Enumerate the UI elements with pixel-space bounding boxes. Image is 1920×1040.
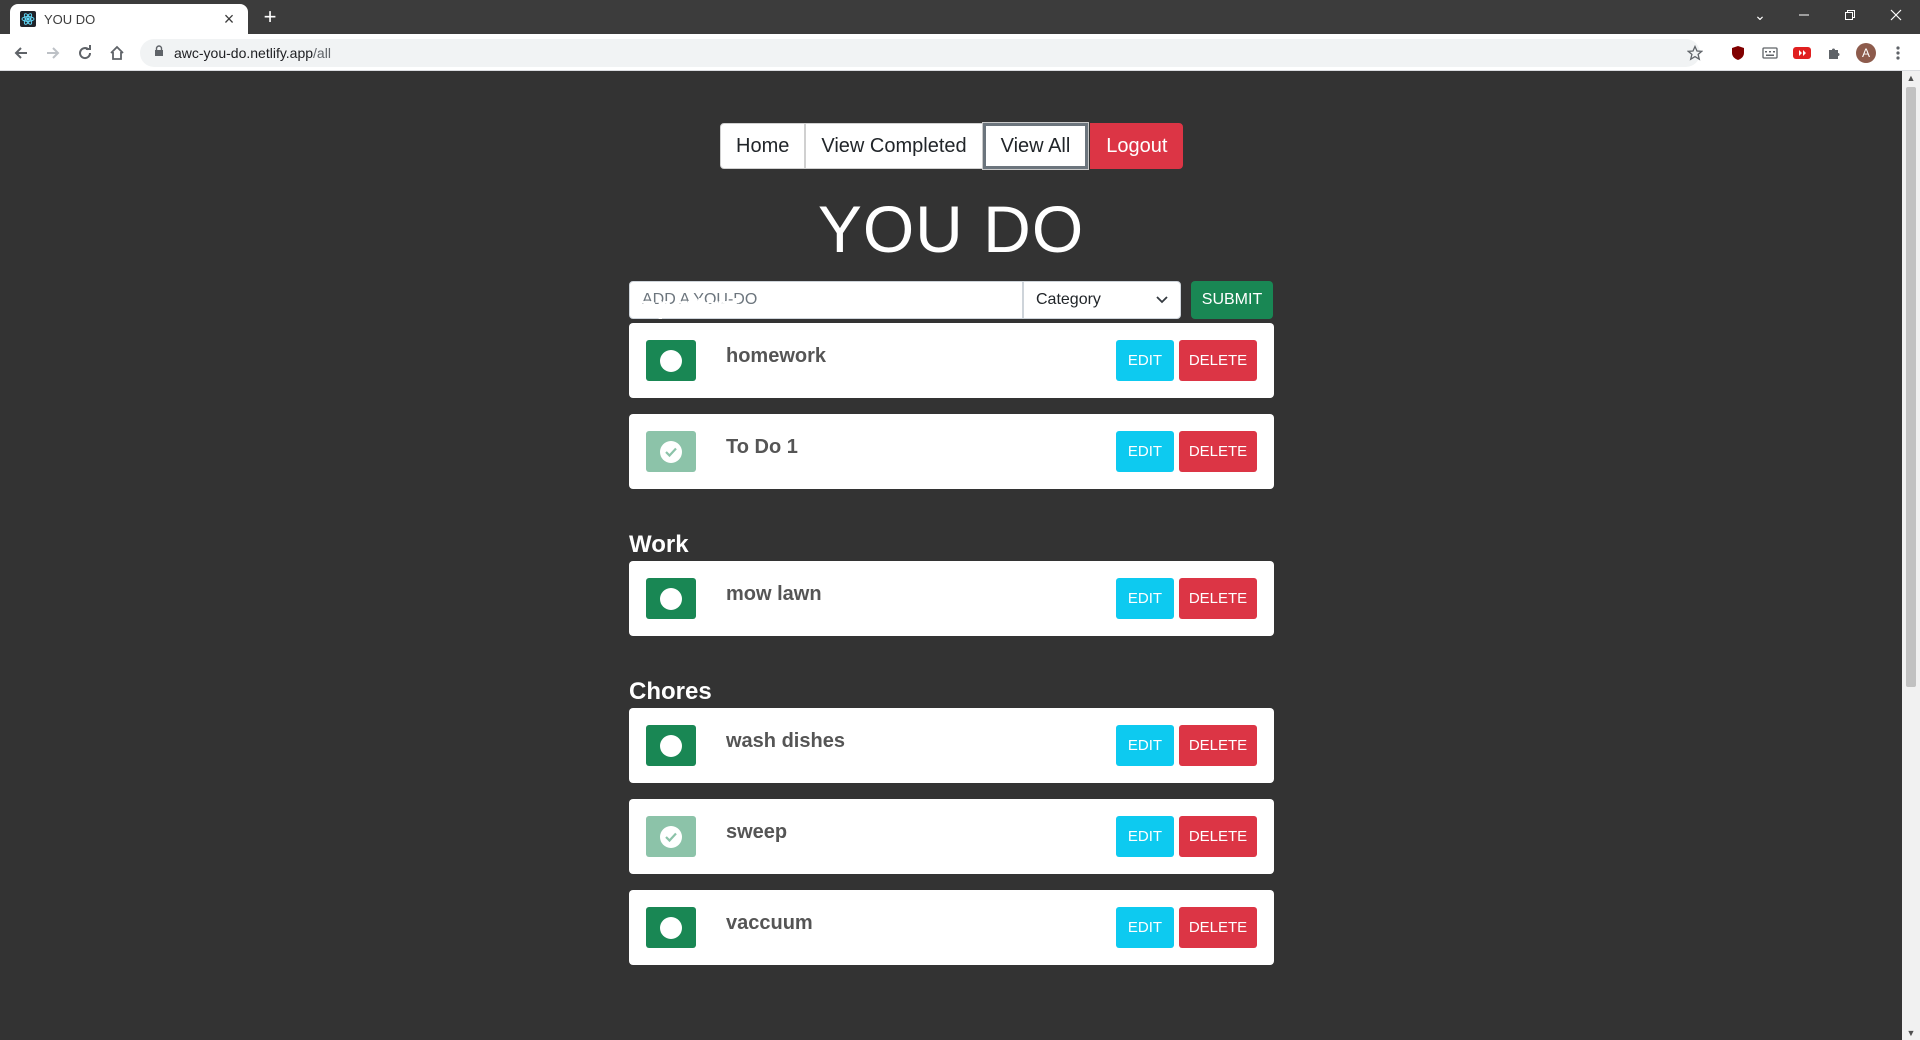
close-tab-icon[interactable]: × bbox=[220, 10, 238, 28]
todo-text: To Do 1 bbox=[726, 436, 798, 458]
category-select-value: Category bbox=[1036, 291, 1101, 308]
todo-card: sweep EDIT DELETE bbox=[629, 799, 1274, 874]
delete-button[interactable]: DELETE bbox=[1179, 431, 1257, 472]
check-circle-icon bbox=[660, 440, 682, 463]
profile-avatar[interactable]: A bbox=[1856, 43, 1876, 63]
back-icon[interactable] bbox=[8, 40, 34, 66]
edit-button[interactable]: EDIT bbox=[1116, 578, 1174, 619]
edit-button[interactable]: EDIT bbox=[1116, 907, 1174, 948]
ublock-icon[interactable] bbox=[1728, 43, 1748, 63]
todo-text: vaccuum bbox=[726, 912, 813, 934]
circle-icon bbox=[660, 587, 682, 610]
todo-card: vaccuum EDIT DELETE bbox=[629, 890, 1274, 965]
reload-icon[interactable] bbox=[72, 40, 98, 66]
app-title: YOU DO bbox=[817, 192, 1085, 266]
todo-card: homework EDIT DELETE bbox=[629, 323, 1274, 398]
circle-icon bbox=[660, 916, 682, 939]
react-favicon-icon bbox=[20, 11, 36, 27]
edit-button[interactable]: EDIT bbox=[1116, 816, 1174, 857]
video-extension-icon[interactable] bbox=[1792, 43, 1812, 63]
bookmark-star-icon[interactable] bbox=[1685, 43, 1705, 63]
category-select[interactable]: Category bbox=[1023, 281, 1181, 319]
browser-menu-icon[interactable] bbox=[1888, 43, 1908, 63]
complete-toggle-button[interactable] bbox=[646, 578, 696, 619]
edit-button[interactable]: EDIT bbox=[1116, 340, 1174, 381]
todo-text: sweep bbox=[726, 821, 788, 843]
browser-tab[interactable]: YOU DO × bbox=[10, 4, 248, 34]
url-host: awc-you-do.netlify.app bbox=[174, 45, 314, 61]
edit-button[interactable]: EDIT bbox=[1116, 431, 1174, 472]
complete-toggle-button[interactable] bbox=[646, 340, 696, 381]
page-scrollbar[interactable]: ▲ ▼ bbox=[1902, 71, 1920, 1040]
scroll-up-icon[interactable]: ▲ bbox=[1902, 71, 1920, 85]
extension-keyboard-icon[interactable] bbox=[1760, 43, 1780, 63]
scrollbar-thumb[interactable] bbox=[1906, 87, 1916, 687]
todo-card: To Do 1 EDIT DELETE bbox=[629, 414, 1274, 489]
complete-toggle-button[interactable] bbox=[646, 907, 696, 948]
new-tab-button[interactable]: + bbox=[258, 5, 282, 29]
browser-toolbar: awc-you-do.netlify.app/all A bbox=[0, 34, 1920, 71]
submit-button[interactable]: SUBMIT bbox=[1191, 281, 1273, 319]
tab-search-icon[interactable]: ⌄ bbox=[1740, 0, 1780, 30]
complete-toggle-button[interactable] bbox=[646, 816, 696, 857]
address-bar[interactable]: awc-you-do.netlify.app/all bbox=[140, 39, 1700, 67]
complete-toggle-button[interactable] bbox=[646, 431, 696, 472]
scroll-down-icon[interactable]: ▼ bbox=[1902, 1026, 1920, 1040]
app-page: Home View Completed View All Logout YOU … bbox=[0, 71, 1902, 1040]
todo-card: mow lawn EDIT DELETE bbox=[629, 561, 1274, 636]
delete-button[interactable]: DELETE bbox=[1179, 340, 1257, 381]
minimize-icon[interactable] bbox=[1784, 0, 1824, 30]
edit-button[interactable]: EDIT bbox=[1116, 725, 1174, 766]
url-text: awc-you-do.netlify.app/all bbox=[174, 45, 331, 61]
todo-text: homework bbox=[726, 345, 827, 367]
extensions-puzzle-icon[interactable] bbox=[1824, 43, 1844, 63]
section-title-work: Work bbox=[629, 531, 689, 558]
todo-text: wash dishes bbox=[726, 730, 845, 752]
delete-button[interactable]: DELETE bbox=[1179, 907, 1257, 948]
logout-button[interactable]: Logout bbox=[1090, 123, 1184, 169]
profile-initial: A bbox=[1856, 43, 1876, 63]
section-title-important: Important bbox=[629, 293, 740, 320]
forward-icon[interactable] bbox=[40, 40, 66, 66]
url-path: /all bbox=[313, 45, 331, 61]
lock-icon bbox=[154, 44, 164, 62]
todo-card: wash dishes EDIT DELETE bbox=[629, 708, 1274, 783]
circle-icon bbox=[660, 734, 682, 757]
tab-title: YOU DO bbox=[44, 11, 96, 27]
check-circle-icon bbox=[660, 825, 682, 848]
browser-tab-strip: YOU DO × + ⌄ bbox=[0, 0, 1920, 34]
delete-button[interactable]: DELETE bbox=[1179, 725, 1257, 766]
todo-text: mow lawn bbox=[726, 583, 822, 605]
restore-icon[interactable] bbox=[1830, 0, 1870, 30]
close-window-icon[interactable] bbox=[1876, 0, 1916, 30]
delete-button[interactable]: DELETE bbox=[1179, 816, 1257, 857]
complete-toggle-button[interactable] bbox=[646, 725, 696, 766]
circle-icon bbox=[660, 349, 682, 372]
delete-button[interactable]: DELETE bbox=[1179, 578, 1257, 619]
nav-view-all-button[interactable]: View All bbox=[982, 123, 1089, 169]
section-title-chores: Chores bbox=[629, 678, 712, 705]
nav-view-completed-button[interactable]: View Completed bbox=[805, 123, 983, 169]
chevron-down-icon bbox=[1156, 291, 1168, 309]
nav-home-button[interactable]: Home bbox=[720, 123, 806, 169]
main-nav: Home View Completed View All Logout bbox=[720, 123, 1184, 169]
home-icon[interactable] bbox=[104, 40, 130, 66]
